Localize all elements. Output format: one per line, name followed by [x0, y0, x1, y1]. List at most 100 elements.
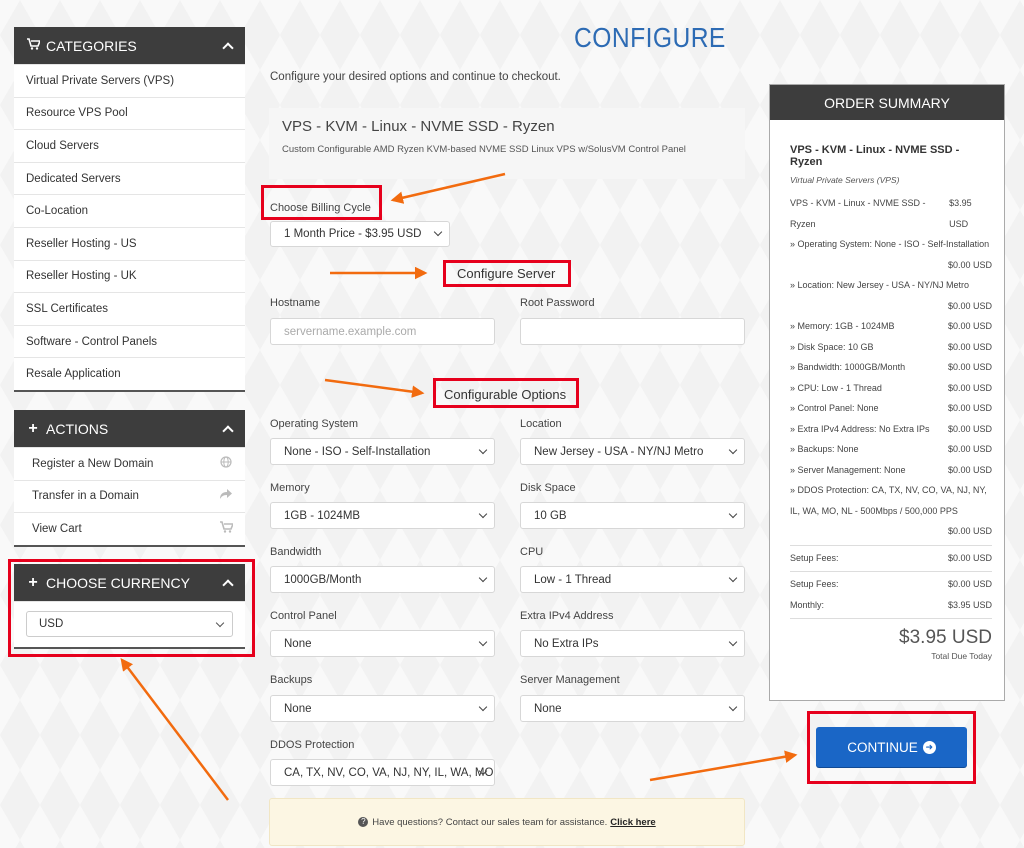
control-panel-select[interactable]: None [270, 630, 495, 657]
ddos-value: CA, TX, NV, CO, VA, NJ, NY, IL, WA, MO, … [284, 766, 495, 779]
summary-line-price: $0.00 USD [947, 552, 992, 563]
os-select[interactable]: None - ISO - Self-Installation [270, 438, 495, 465]
question-circle-icon: ? [358, 817, 369, 827]
summary-line: » CPU: Low - 1 Thread $0.00 USD [790, 378, 992, 399]
help-link[interactable]: Click here [610, 817, 655, 828]
bandwidth-select[interactable]: 1000GB/Month [270, 566, 495, 593]
chevron-down-icon [478, 573, 488, 582]
annotation-box-configure-server [443, 260, 571, 287]
sidebar-item-reseller-uk[interactable]: Reseller Hosting - UK [14, 259, 245, 293]
sidebar-item-vps[interactable]: Virtual Private Servers (VPS) [14, 64, 245, 97]
backups-label: Backups [270, 674, 313, 686]
summary-line: » Backups: None $0.00 USD [790, 439, 992, 460]
control-panel-label: Control Panel [270, 610, 337, 622]
summary-line-label: » Disk Space: 10 GB [790, 341, 874, 352]
summary-setup-fees: Setup Fees: $0.00 USD [790, 548, 992, 569]
ipv4-select[interactable]: No Extra IPs [520, 630, 745, 657]
cpu-label: CPU [520, 546, 544, 558]
product-description: Custom Configurable AMD Ryzen KVM-based … [282, 144, 686, 155]
os-label: Operating System [270, 418, 359, 430]
sidebar-item-control-panels[interactable]: Software - Control Panels [14, 324, 245, 358]
backups-select[interactable]: None [270, 695, 495, 722]
server-mgmt-select[interactable]: None [520, 695, 745, 722]
summary-monthly: Monthly: $3.95 USD [790, 595, 992, 616]
sidebar-item-dedicated-servers[interactable]: Dedicated Servers [14, 161, 245, 195]
summary-line-label: » Control Panel: None [790, 403, 879, 413]
disk-select[interactable]: 10 GB [520, 502, 745, 529]
summary-line-price: $0.00 USD [947, 444, 992, 454]
summary-line-price: $0.00 USD [947, 423, 992, 434]
summary-product-name: VPS - KVM - Linux - NVME SSD - Ryzen [790, 144, 960, 168]
ipv4-value: No Extra IPs [534, 637, 599, 650]
summary-line-label: » Server Management: None [790, 464, 906, 475]
ipv4-label: Extra IPv4 Address [520, 610, 614, 622]
bandwidth-label: Bandwidth [270, 546, 322, 558]
server-mgmt-value: None [534, 702, 562, 715]
register-domain-link[interactable]: Register a New Domain [14, 447, 245, 480]
product-info: VPS - KVM - Linux - NVME SSD - Ryzen Cus… [269, 108, 745, 179]
register-domain-label: Register a New Domain [32, 457, 154, 470]
chevron-down-icon [478, 702, 488, 711]
summary-line-label: » Memory: 1GB - 1024MB [790, 321, 895, 331]
os-value: None - ISO - Self-Installation [284, 445, 431, 458]
summary-base-line: VPS - KVM - Linux - NVME SSD - Ryzen $3.… [790, 193, 992, 234]
summary-line: » Disk Space: 10 GB $0.00 USD [790, 337, 992, 358]
divider [790, 544, 992, 546]
divider [790, 571, 992, 572]
summary-line: » Memory: 1GB - 1024MB $0.00 USD [790, 316, 992, 337]
summary-line: » Server Management: None $0.00 USD [790, 460, 992, 481]
product-name: VPS - KVM - Linux - NVME SSD - Ryzen [282, 118, 555, 135]
memory-label: Memory [270, 482, 310, 494]
categories-panel: CATEGORIES Virtual Private Servers (VPS)… [14, 27, 245, 390]
categories-title: CATEGORIES [46, 37, 137, 54]
cart-icon [219, 521, 234, 536]
memory-select[interactable]: 1GB - 1024MB [270, 502, 495, 529]
view-cart-label: View Cart [32, 522, 82, 535]
chevron-up-icon[interactable] [223, 41, 233, 51]
summary-line-price: $3.95 USD [949, 198, 972, 229]
sidebar-item-resource-vps-pool[interactable]: Resource VPS Pool [14, 96, 245, 130]
hostname-input[interactable]: servername.example.com [270, 318, 495, 345]
chevron-down-icon [728, 509, 738, 518]
summary-ddos-price: $0.00 USD [947, 526, 992, 536]
divider [790, 618, 992, 619]
summary-line-price: $0.00 USD [947, 464, 992, 475]
summary-location-line: » Location: New Jersey - USA - NY/NJ Met… [790, 280, 970, 290]
summary-line-label: » Extra IPv4 Address: No Extra IPs [790, 423, 930, 434]
annotation-box-billing [261, 185, 382, 220]
summary-line-price: $0.00 USD [947, 579, 992, 589]
memory-value: 1GB - 1024MB [284, 509, 361, 522]
sidebar-item-resale-application[interactable]: Resale Application [14, 357, 245, 390]
backups-value: None [284, 702, 312, 715]
actions-header[interactable]: + ACTIONS [14, 410, 245, 447]
summary-os-price: $0.00 USD [947, 259, 992, 270]
sidebar-item-cloud-servers[interactable]: Cloud Servers [14, 129, 245, 162]
summary-line-price: $0.00 USD [947, 321, 992, 331]
chevron-up-icon[interactable] [223, 424, 233, 434]
transfer-domain-link[interactable]: Transfer in a Domain [14, 479, 245, 513]
chevron-down-icon [728, 573, 738, 582]
view-cart-link[interactable]: View Cart [14, 512, 245, 545]
summary-line-price: $0.00 USD [947, 382, 992, 393]
chevron-down-icon [478, 509, 488, 518]
billing-cycle-select[interactable]: 1 Month Price - $3.95 USD [270, 221, 450, 247]
sidebar-item-reseller-us[interactable]: Reseller Hosting - US [14, 226, 245, 260]
total-due-label: Total Due Today [931, 651, 992, 661]
annotation-arrow [649, 750, 798, 782]
sidebar-item-ssl-certificates[interactable]: SSL Certificates [14, 292, 245, 325]
bandwidth-value: 1000GB/Month [284, 573, 362, 586]
summary-os-line: » Operating System: None - ISO - Self-In… [790, 239, 990, 249]
summary-setup-fees-2: Setup Fees: $0.00 USD [790, 574, 992, 595]
ddos-select[interactable]: CA, TX, NV, CO, VA, NJ, NY, IL, WA, MO, … [270, 759, 495, 786]
summary-line-price: $0.00 USD [947, 362, 992, 372]
sidebar-item-co-location[interactable]: Co-Location [14, 194, 245, 227]
location-select[interactable]: New Jersey - USA - NY/NJ Metro [520, 438, 745, 465]
hostname-placeholder: servername.example.com [284, 325, 417, 338]
cpu-select[interactable]: Low - 1 Thread [520, 566, 745, 593]
summary-line-label: » CPU: Low - 1 Thread [790, 382, 882, 393]
categories-header[interactable]: CATEGORIES [14, 27, 245, 64]
root-password-input[interactable] [520, 318, 745, 345]
order-summary: ORDER SUMMARY VPS - KVM - Linux - NVME S… [769, 84, 1005, 701]
server-mgmt-label: Server Management [520, 674, 620, 686]
transfer-domain-label: Transfer in a Domain [32, 490, 139, 503]
